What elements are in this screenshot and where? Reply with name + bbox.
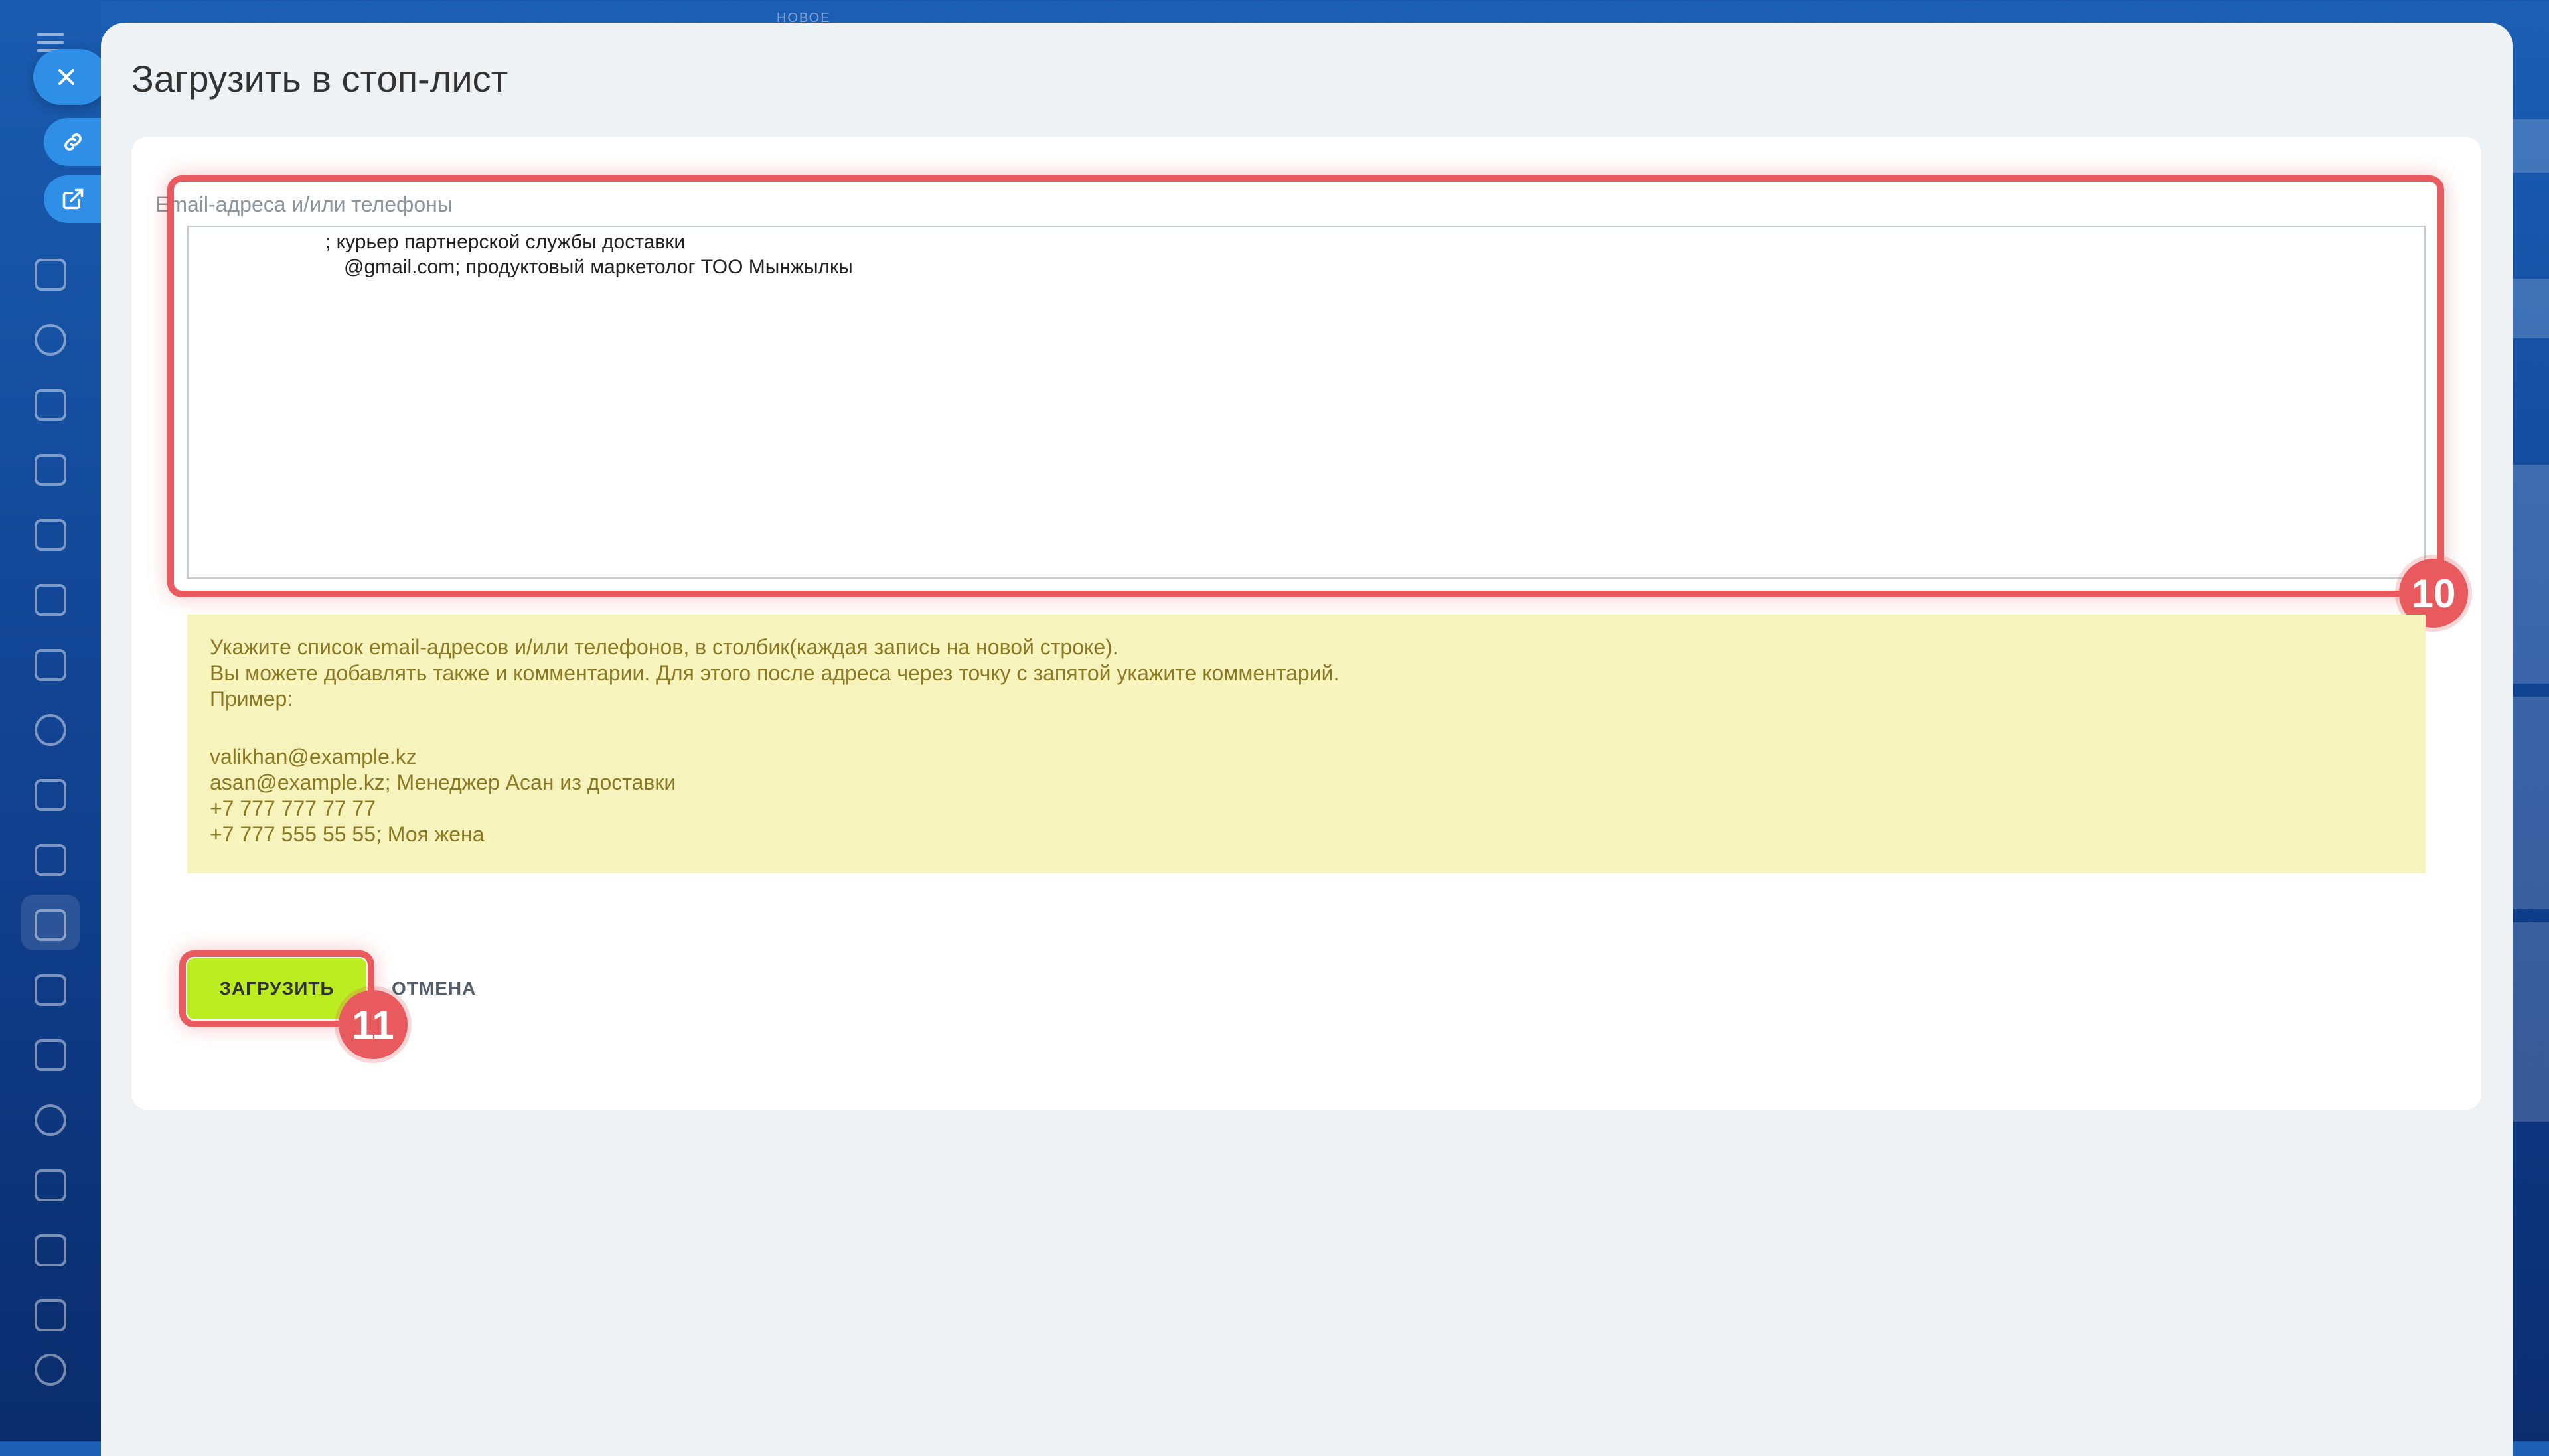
load-button[interactable]: ЗАГРУЗИТЬ xyxy=(187,958,366,1019)
hint-example: +7 777 555 55 55; Моя жена xyxy=(210,822,485,846)
hint-example: +7 777 777 77 77 xyxy=(210,796,376,820)
contacts-textarea[interactable]: ; курьер партнерской службы доставки @gma… xyxy=(187,226,2426,579)
cancel-button[interactable]: ОТМЕНА xyxy=(386,964,481,1014)
cart-icon[interactable] xyxy=(35,1169,66,1201)
mail-icon[interactable] xyxy=(35,649,66,681)
hint-example: valikhan@example.kz xyxy=(210,745,417,768)
hint-text: Вы можете добавлять также и комментарии.… xyxy=(210,661,1340,685)
textarea-line: @gmail.com; продуктовый маркетолог ТОО М… xyxy=(344,256,853,278)
stop-list-panel: Загрузить в стоп-лист Email-адреса и/или… xyxy=(101,23,2513,1456)
field-label: Email-адреса и/или телефоны xyxy=(155,192,453,216)
hint-box: Укажите список email-адресов и/или телеф… xyxy=(187,615,2426,873)
news-icon[interactable] xyxy=(35,259,66,291)
calendar-icon[interactable] xyxy=(35,389,66,421)
copy-link-button[interactable] xyxy=(44,118,108,166)
inbox-icon[interactable] xyxy=(35,584,66,616)
sales-icon[interactable] xyxy=(35,779,66,811)
target-icon[interactable] xyxy=(35,1104,66,1136)
page-title: Загрузить в стоп-лист xyxy=(131,58,508,100)
planner-icon[interactable] xyxy=(35,974,66,1006)
open-new-window-button[interactable] xyxy=(44,175,108,223)
tasks-icon[interactable] xyxy=(35,844,66,876)
close-slider-button[interactable] xyxy=(33,49,108,105)
hint-example: asan@example.kz; Менеджер Асан из достав… xyxy=(210,770,676,794)
edit-doc-icon[interactable] xyxy=(35,1234,66,1266)
background-page-peek xyxy=(2509,0,2549,1441)
link-icon xyxy=(64,133,82,151)
pen-icon[interactable] xyxy=(35,1299,66,1331)
contacts-icon[interactable] xyxy=(35,714,66,746)
external-link-icon xyxy=(62,188,84,210)
filter-icon[interactable] xyxy=(35,909,66,941)
hexagon-icon[interactable] xyxy=(35,324,66,356)
hint-text: Укажите список email-адресов и/или телеф… xyxy=(210,635,1119,659)
hint-text: Пример: xyxy=(210,687,293,711)
close-icon xyxy=(57,68,76,86)
document-icon[interactable] xyxy=(35,454,66,486)
store-icon[interactable] xyxy=(35,1039,66,1071)
presentation-icon[interactable] xyxy=(35,519,66,551)
settings-icon[interactable] xyxy=(35,1354,66,1386)
textarea-line: ; курьер партнерской службы доставки xyxy=(325,231,686,253)
